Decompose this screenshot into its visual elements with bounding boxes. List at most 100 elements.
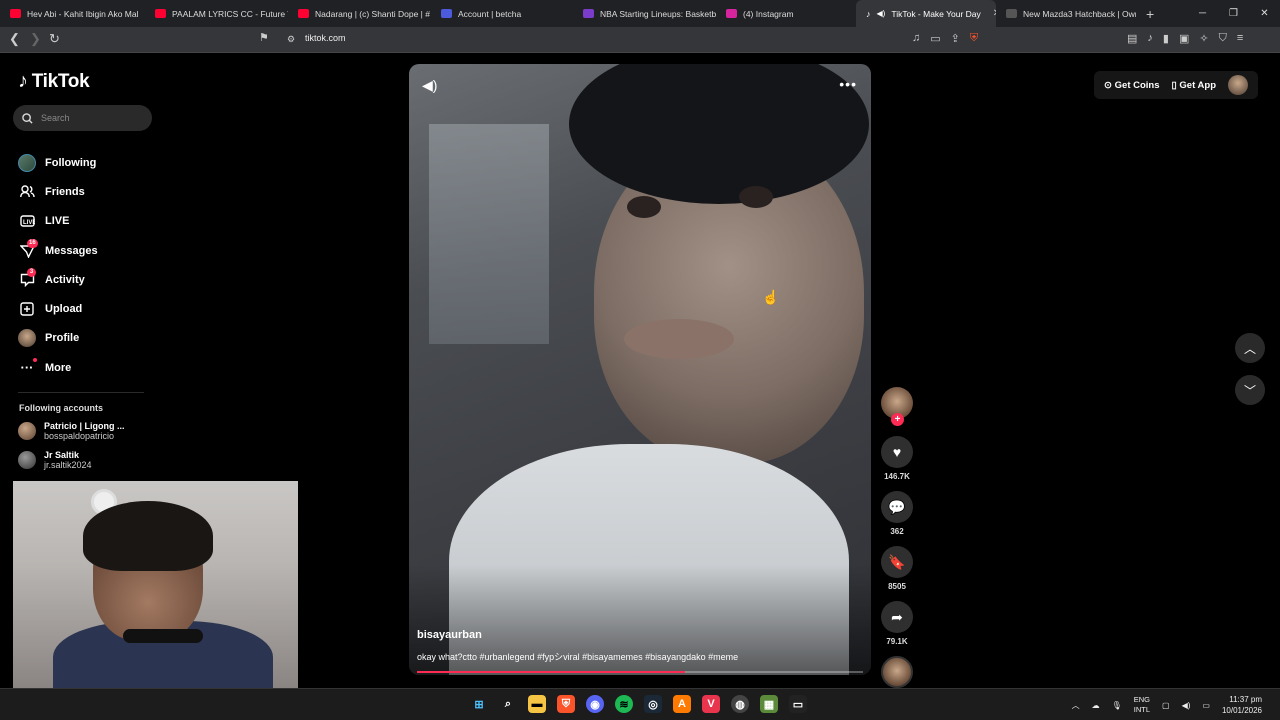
get-coins-button[interactable]: ⊙ Get Coins — [1104, 80, 1159, 91]
like-button[interactable]: ♥ — [881, 436, 913, 468]
sidebar-item-activity[interactable]: 3 Activity — [18, 265, 98, 294]
windows-start-icon[interactable]: ⊞ — [470, 695, 488, 713]
chrome-icon[interactable]: ◍ — [731, 695, 749, 713]
steam-icon[interactable]: ◎ — [644, 695, 662, 713]
youtube-icon — [155, 9, 166, 18]
share-icon[interactable]: ⇪ — [951, 32, 960, 45]
media-icon[interactable]: ♪ — [1147, 32, 1153, 45]
file-explorer-icon[interactable]: ▬ — [528, 695, 546, 713]
discord-icon[interactable]: ◉ — [586, 695, 604, 713]
sound-disc[interactable] — [881, 656, 913, 688]
nba-icon — [583, 9, 594, 18]
onedrive-icon[interactable]: ☁ — [1092, 701, 1100, 710]
search-icon[interactable]: ⌕ — [499, 695, 517, 713]
get-app-button[interactable]: ▯ Get App — [1172, 80, 1216, 91]
avatar — [18, 451, 36, 469]
browser-tab[interactable]: Nadarang | (c) Shanti Dope | # — [288, 0, 431, 27]
bookmark-icon[interactable]: ⚑ — [259, 31, 269, 44]
sidebar-divider — [18, 392, 144, 393]
sidebar-item-profile[interactable]: Profile — [18, 324, 98, 353]
more-options-icon[interactable]: ••• — [839, 76, 857, 92]
tiktok-logo[interactable]: ♪ TikTok — [18, 70, 90, 93]
share-button[interactable]: ➦ — [881, 601, 913, 633]
instagram-icon — [726, 9, 737, 18]
chevron-down-icon: ﹀ — [1243, 383, 1256, 398]
sidebar-item-friends[interactable]: Friends — [18, 177, 98, 206]
browser-tab[interactable]: Account | betcha — [431, 0, 573, 27]
previous-video-button[interactable]: ︿ — [1235, 333, 1265, 363]
battery-icon[interactable]: ▭ — [1202, 701, 1210, 710]
reader-icon[interactable]: ▤ — [1127, 32, 1137, 45]
system-tray: ︿ ☁ 🎙 ENG INTL ▢ ◀) ▭ 11:37 pm 10/01/202… — [1072, 694, 1262, 716]
browser-tab[interactable]: PAALAM LYRICS CC - Future Th — [145, 0, 288, 27]
volume-icon[interactable]: ◀) — [422, 77, 437, 94]
restore-icon[interactable]: ❐ — [1218, 0, 1249, 27]
volume-icon[interactable]: ◀) — [1182, 701, 1191, 710]
brave-shield-icon[interactable]: ⛨ — [970, 32, 978, 45]
video-caption[interactable]: okay what?ctto #urbanlegend #fypシviral #… — [417, 650, 738, 663]
terminal-icon[interactable]: ▭ — [789, 695, 807, 713]
back-icon[interactable]: ❮ — [9, 31, 20, 47]
following-account[interactable]: Patricio | Ligong ... bosspaldopatricio — [18, 421, 125, 441]
comment-button[interactable]: 💬 — [881, 491, 913, 523]
vpn-icon[interactable]: ⛉ — [1219, 32, 1227, 45]
video-player[interactable]: ◀) ••• bisayaurban okay what?ctto #urban… — [409, 64, 871, 675]
network-icon[interactable]: ▢ — [1162, 701, 1170, 710]
leo-icon[interactable]: ✧ — [1199, 32, 1208, 45]
sidebar-menu: Following Friends LIVE LIVE 16 Messages … — [18, 148, 98, 382]
sidebar-item-upload[interactable]: Upload — [18, 294, 98, 323]
brave-browser-icon[interactable]: ⛨ — [557, 695, 575, 713]
wallet-icon[interactable]: ▣ — [1179, 32, 1189, 45]
forward-icon[interactable]: ❯ — [30, 31, 41, 47]
reload-icon[interactable]: ↻ — [49, 31, 60, 47]
creator-avatar[interactable]: + — [881, 387, 913, 426]
comment-count: 362 — [890, 527, 904, 536]
search-input[interactable]: Search — [13, 105, 152, 131]
follow-plus-icon[interactable]: + — [891, 413, 904, 426]
window-controls: ─ ❐ ✕ — [1187, 0, 1280, 27]
minecraft-icon[interactable]: ▦ — [760, 695, 778, 713]
menu-icon[interactable]: ≡ — [1237, 32, 1243, 45]
friends-icon — [18, 183, 36, 201]
next-video-button[interactable]: ﹀ — [1235, 375, 1265, 405]
valorant-icon[interactable]: V — [702, 695, 720, 713]
browser-tab-bar: Hev Abi - Kahit Ibigin Ako Mal PAALAM LY… — [0, 0, 1280, 27]
url-field[interactable]: tiktok.com — [305, 33, 346, 43]
browser-tab[interactable]: NBA Starting Lineups: Basketb — [573, 0, 716, 27]
user-avatar[interactable] — [1228, 75, 1248, 95]
youtube-icon — [10, 9, 21, 18]
video-author[interactable]: bisayaurban — [417, 629, 482, 641]
sidebar-item-live[interactable]: LIVE LIVE — [18, 207, 98, 236]
taskbar-clock[interactable]: 11:37 pm 10/01/2026 — [1222, 694, 1262, 716]
messages-icon: 16 — [18, 238, 38, 260]
browser-tab[interactable]: New Mazda3 Hatchback | Own — [996, 0, 1136, 27]
tray-expand-icon[interactable]: ︿ — [1072, 700, 1080, 711]
activity-icon: 3 — [18, 267, 36, 289]
progress-fill — [417, 671, 685, 673]
phone-icon: ▯ — [1171, 79, 1177, 91]
mic-icon[interactable]: 🎙 — [1112, 701, 1122, 710]
heart-icon: ♥ — [892, 444, 902, 460]
browser-tab-active[interactable]: ♪◀)TikTok - Make Your Day✕ — [856, 0, 996, 27]
browser-tab[interactable]: (4) Instagram — [716, 0, 856, 27]
tiktok-note-icon: ♪ — [18, 70, 28, 92]
following-account[interactable]: Jr Saltik jr.saltik2024 — [18, 450, 92, 470]
cast-icon[interactable]: ▭ — [930, 32, 940, 45]
chevron-up-icon: ︿ — [1243, 341, 1256, 356]
youtube-icon — [298, 9, 309, 18]
input-language[interactable]: ENG INTL — [1134, 695, 1150, 715]
aimp-icon[interactable]: A — [673, 695, 691, 713]
spotify-icon[interactable]: ≋ — [615, 695, 633, 713]
browser-tab[interactable]: Hev Abi - Kahit Ibigin Ako Mal — [0, 0, 145, 27]
minimize-icon[interactable]: ─ — [1187, 0, 1218, 27]
video-progress-bar[interactable] — [417, 671, 863, 673]
new-tab-icon[interactable]: + — [1136, 6, 1164, 22]
site-info-icon[interactable]: ⚙ — [287, 34, 295, 45]
sidebar-item-following[interactable]: Following — [18, 148, 98, 177]
close-window-icon[interactable]: ✕ — [1249, 0, 1280, 27]
mute-icon[interactable]: ♫ — [912, 32, 920, 45]
save-button[interactable]: 🔖 — [881, 546, 913, 578]
sidebar-item-messages[interactable]: 16 Messages — [18, 236, 98, 265]
sidebar-item-more[interactable]: ··· More — [18, 353, 98, 382]
sidebar-toggle-icon[interactable]: ▮ — [1163, 32, 1169, 45]
